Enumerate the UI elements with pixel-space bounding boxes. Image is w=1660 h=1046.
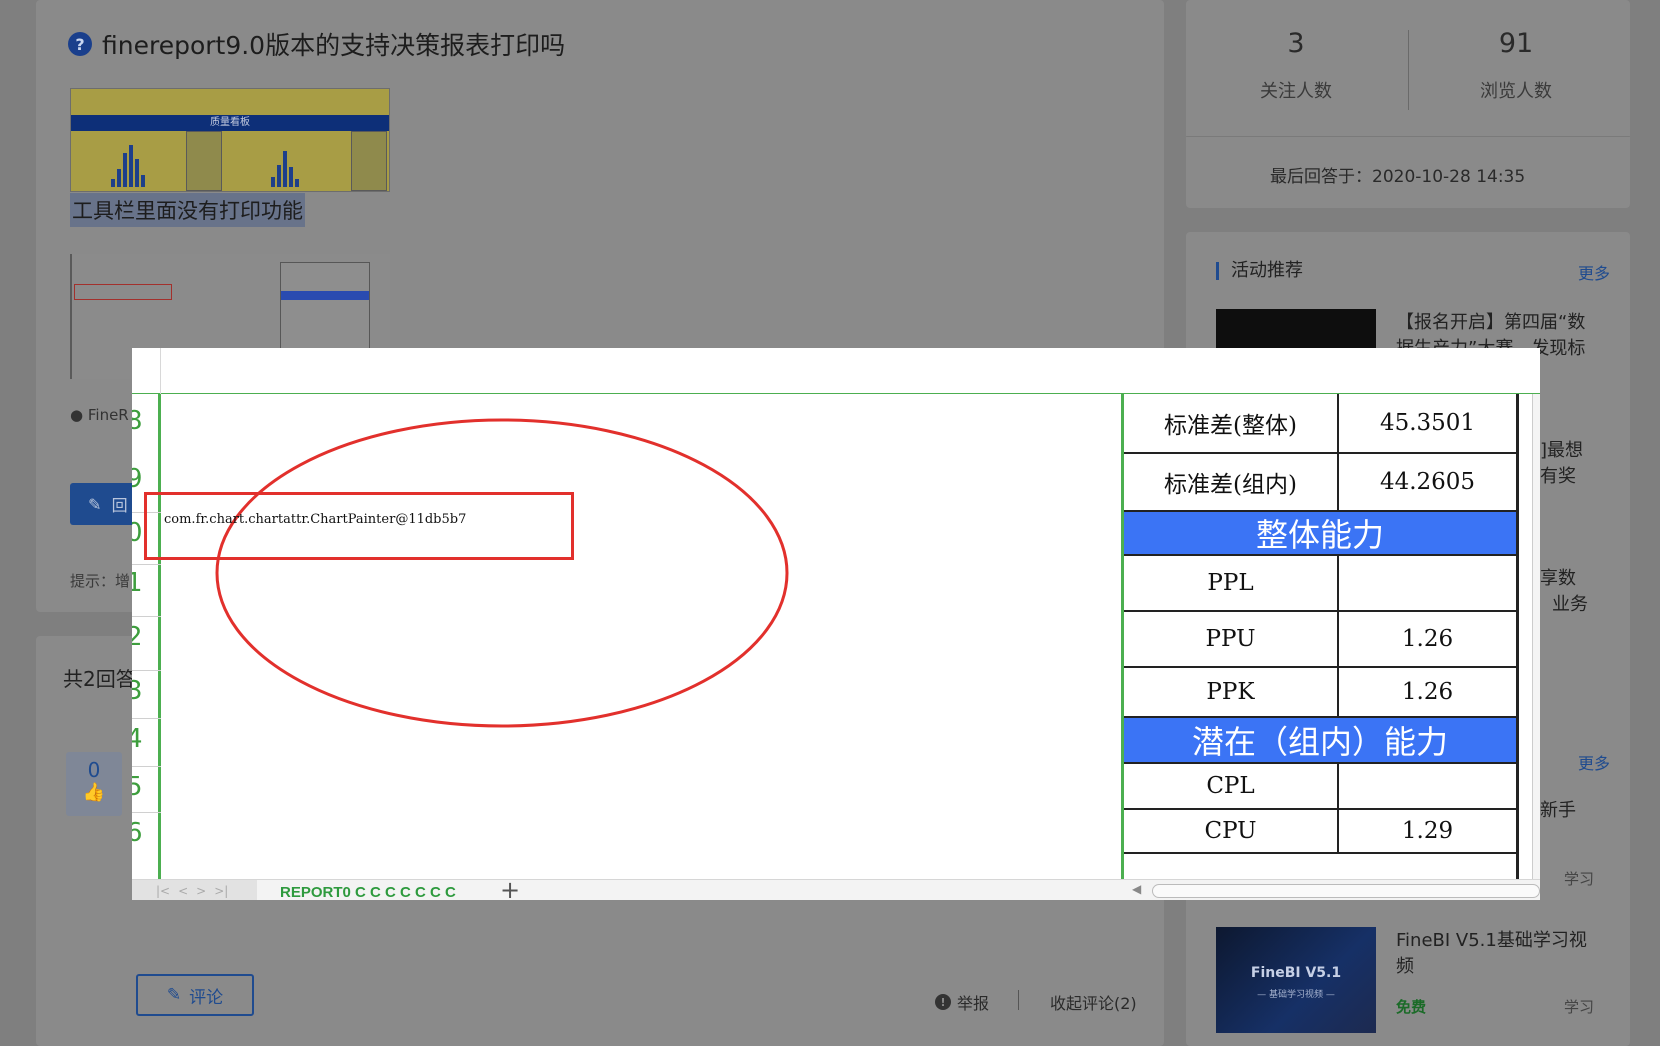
course-title[interactable]: FineBI V5.1基础学习视频 (1396, 928, 1596, 980)
table-row: CPU 1.29 (1124, 810, 1516, 854)
row-number: 9 (132, 464, 143, 494)
side-fragment: 业务 (1552, 594, 1588, 615)
learn-label: 学习 (1564, 870, 1595, 888)
thumb-table (351, 131, 387, 191)
comment-icon: ✎ (166, 985, 182, 1005)
grid-corner (132, 348, 161, 394)
vertical-scrollbar[interactable] (1532, 394, 1540, 879)
row-header: 8 9 0 1 2 3 4 5 6 (132, 394, 161, 879)
divider (1186, 136, 1630, 137)
last-answer: 最后回答于：2020-10-28 14:35 (1270, 167, 1526, 187)
row-number: 8 (132, 406, 143, 436)
table-row: 标准差(组内) 44.2605 (1124, 454, 1516, 512)
report-toolbar-area (132, 348, 1540, 394)
question-image-1[interactable]: 质量看板 (70, 88, 390, 192)
report-link[interactable]: ! 举报 (935, 990, 989, 1014)
comment-button[interactable]: ✎ 评论 (136, 974, 254, 1016)
question-caption: 工具栏里面没有打印功能 (70, 193, 305, 227)
horizontal-scrollbar[interactable] (1152, 884, 1540, 898)
collapse-comments-link[interactable]: 收起评论(2) (1050, 990, 1137, 1014)
vote-count: 0 (87, 758, 101, 782)
thumb-bars (271, 151, 299, 187)
divider (1408, 30, 1409, 110)
stat-followers: 3 关注人数 (1260, 28, 1332, 102)
row-number: 5 (132, 772, 143, 802)
next-sheet-icon: > (196, 883, 207, 898)
thumbs-up-icon: 👍 (82, 782, 106, 803)
learn-label: 学习 (1564, 998, 1595, 1016)
chart-painter-text: com.fr.chart.chartattr.ChartPainter@11db… (164, 512, 467, 527)
row-number: 3 (132, 676, 143, 706)
activity-image[interactable] (1216, 309, 1376, 349)
hint-text: 提示：增 (70, 572, 131, 590)
scroll-left-icon[interactable]: ◀ (1132, 882, 1141, 896)
thumb-bars (111, 145, 145, 187)
activity-section-title: 活动推荐 (1216, 262, 1303, 280)
stat-views: 91 浏览人数 (1480, 28, 1552, 102)
vote-button[interactable]: 0 👍 (66, 752, 122, 816)
first-sheet-icon: |< (156, 883, 171, 898)
add-sheet-button[interactable]: + (500, 876, 520, 900)
sheet-tab-report0[interactable]: REPORT0 C C C C C C C (280, 880, 456, 900)
side-fragment: 有奖 (1540, 466, 1576, 487)
table-row: PPK 1.26 (1124, 668, 1516, 718)
last-sheet-icon: >| (214, 883, 229, 898)
course-price: 免费 (1396, 998, 1427, 1016)
table-section-header: 潜在（组内）能力 (1124, 718, 1516, 764)
divider (1018, 990, 1019, 1010)
answers-count: 共2回答 (63, 667, 136, 691)
sheet-nav-buttons[interactable]: |< < > >| (132, 880, 257, 900)
thumb-annotation-box (74, 284, 172, 300)
thumb-table (186, 131, 222, 191)
more-link[interactable]: 更多 (1578, 260, 1610, 284)
side-fragment: 享数 (1540, 568, 1576, 589)
more-link[interactable]: 更多 (1578, 750, 1610, 774)
row-number: 1 (132, 568, 143, 598)
question-icon: ? (68, 32, 92, 56)
annotation-ellipse (215, 418, 789, 728)
question-tag[interactable]: ● FineR (70, 406, 129, 424)
row-number: 0 (132, 518, 143, 548)
edit-icon: ✎ (88, 494, 102, 514)
thumb-header: 质量看板 (71, 115, 389, 131)
prev-sheet-icon: < (178, 883, 189, 898)
row-number: 2 (132, 622, 143, 652)
report-screenshot: 8 9 0 1 2 3 4 5 6 com.fr.chart.chartattr… (132, 348, 1540, 900)
question-title: ? finereport9.0版本的支持决策报表打印吗 (68, 26, 565, 62)
question-title-text: finereport9.0版本的支持决策报表打印吗 (102, 31, 566, 60)
course-image[interactable]: FineBI V5.1 — 基础学习视频 — (1216, 927, 1376, 1033)
table-row: PPL (1124, 556, 1516, 612)
row-number: 6 (132, 818, 143, 848)
row-number: 4 (132, 724, 143, 754)
table-border (1516, 394, 1519, 879)
sheet-tab-bar: |< < > >| REPORT0 C C C C C C C + ◀ (132, 876, 1540, 900)
table-section-header: 整体能力 (1124, 512, 1516, 556)
side-fragment: 新手 (1540, 800, 1576, 821)
warning-icon: ! (935, 994, 951, 1010)
table-row: CPL (1124, 764, 1516, 810)
side-fragment: ]最想 (1540, 440, 1584, 461)
table-row: 标准差(整体) 45.3501 (1124, 394, 1516, 454)
table-row: PPU 1.26 (1124, 612, 1516, 668)
